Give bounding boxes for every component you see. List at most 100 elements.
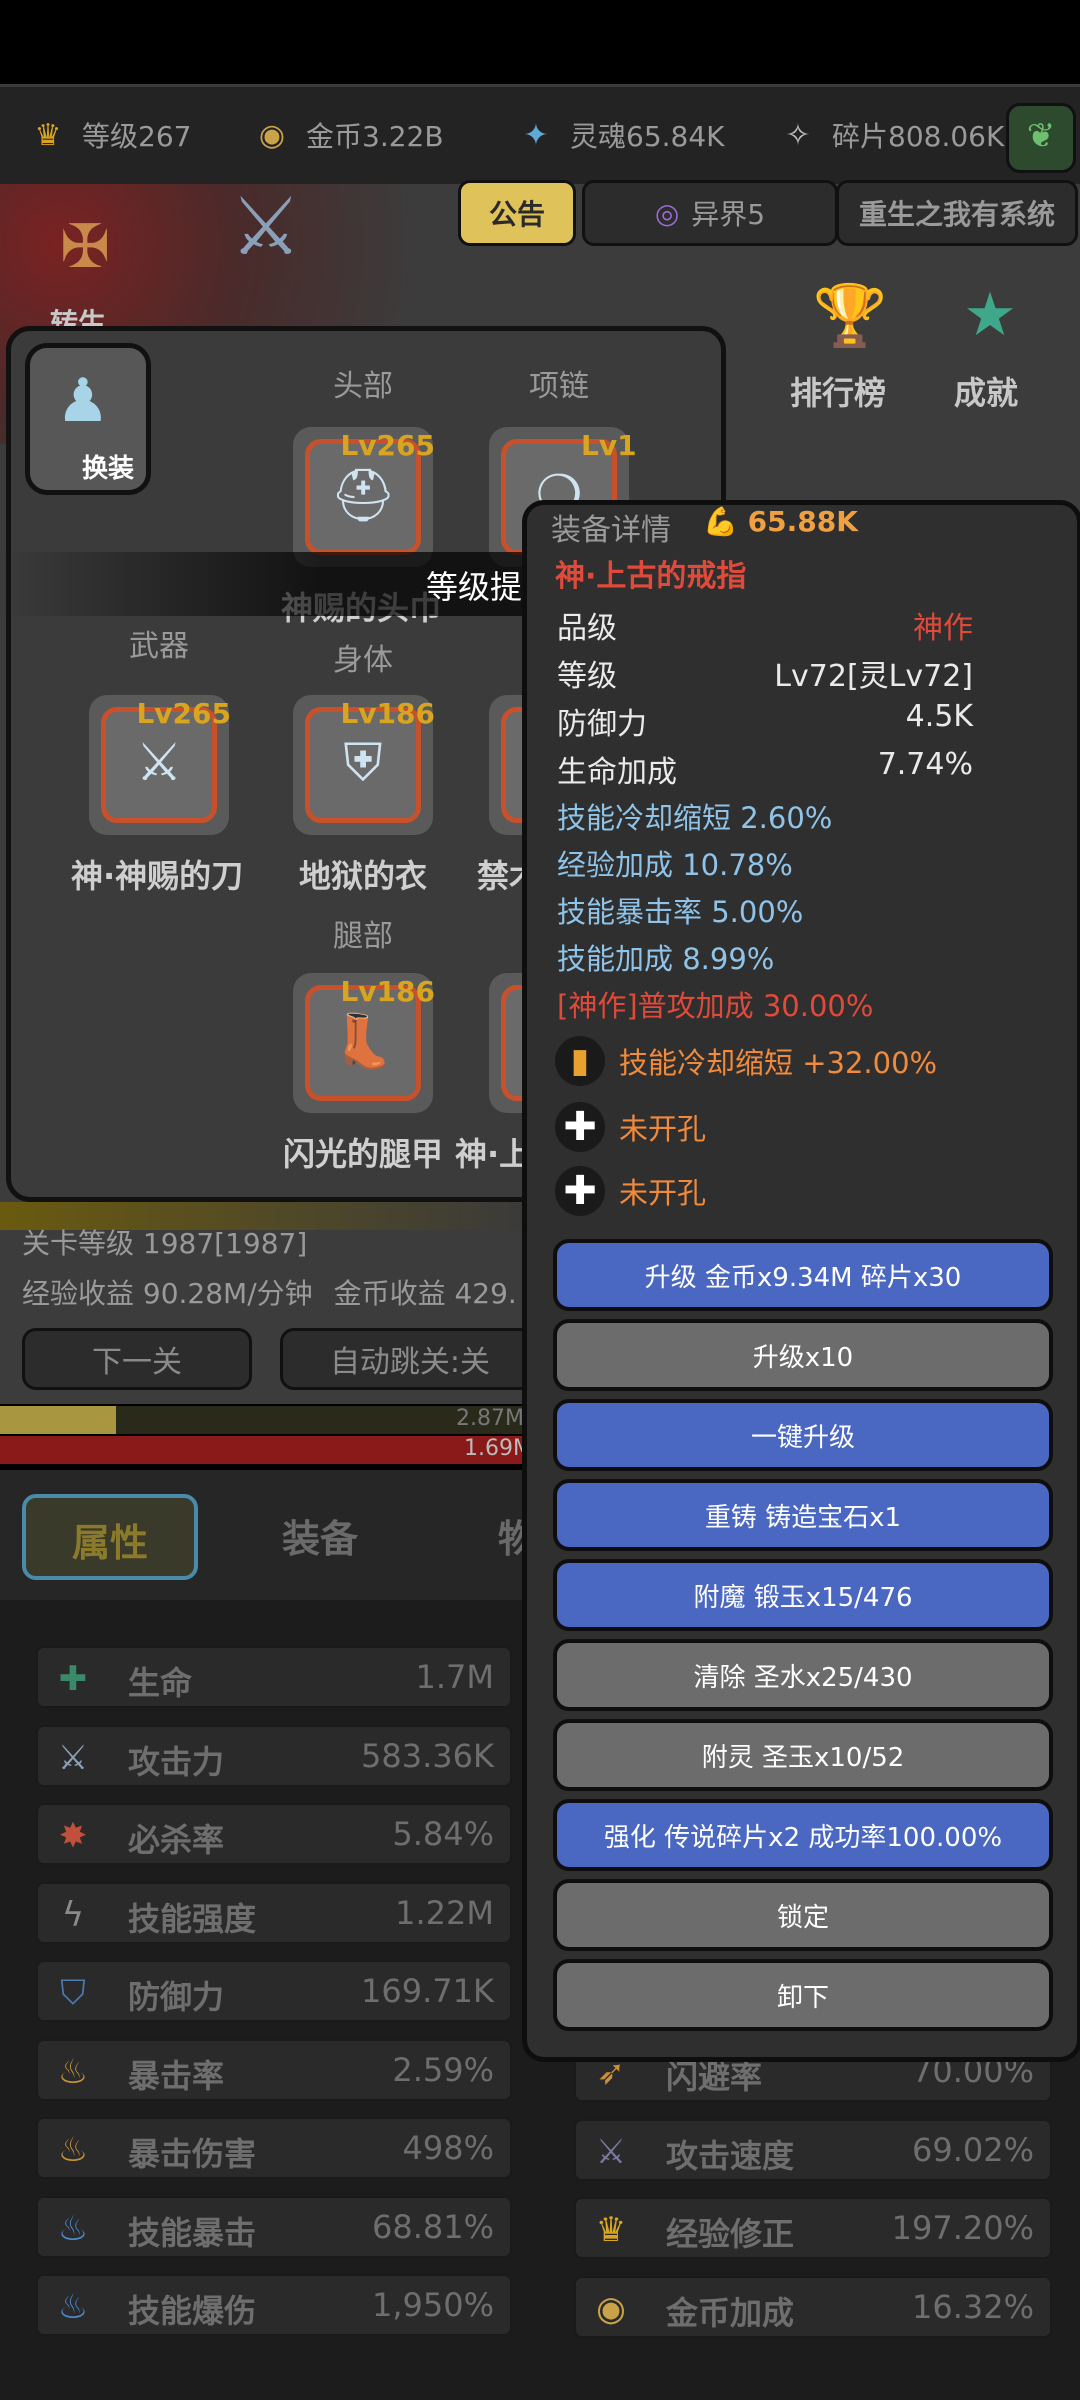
one-click-upgrade-button[interactable]: 一键升级 xyxy=(553,1399,1053,1471)
necklace-slot-level: Lv1 xyxy=(581,429,637,462)
body-item-name: 地狱的衣 xyxy=(299,857,428,895)
stat-value: 1.7M xyxy=(415,1658,495,1696)
stat-value: 197.20% xyxy=(891,2209,1034,2247)
necklace-slot-label: 项链 xyxy=(529,369,589,404)
boots-item-name: 神·上 xyxy=(455,1135,532,1173)
achievement-icon[interactable]: ★ xyxy=(940,280,1040,360)
stat-name: 技能强度 xyxy=(128,1899,257,1938)
socket-text: 未开孔 xyxy=(619,1112,707,1146)
legs-slot[interactable]: 👢 Lv186 xyxy=(293,973,435,1113)
head-slot[interactable]: ⛑ Lv265 xyxy=(293,427,435,567)
attr-line: 经验加成 10.78% xyxy=(557,848,793,882)
fragment-icon: ✧ xyxy=(785,117,811,153)
stat-name: 生命 xyxy=(128,1664,193,1702)
attr-line: 技能加成 8.99% xyxy=(557,942,775,976)
equipment-detail-popup: 装备详情 💪 65.88K 神·上古的戒指 品级 神作 等级 Lv72[灵Lv7… xyxy=(522,500,1080,2062)
stat-name: 技能爆伤 xyxy=(128,2292,257,2330)
ranking-label: 排行榜 xyxy=(790,374,887,412)
enhance-button[interactable]: 强化 传说碎片x2 成功率100.00% xyxy=(553,1799,1053,1871)
resource-bar: ♛ 等级267 ◉ 金币3.22B ✦ 灵魂65.84K ✧ 碎片808.06K… xyxy=(0,84,1080,190)
enchant-button[interactable]: 附魔 锻玉x15/476 xyxy=(553,1559,1053,1631)
stat-name: 暴击伤害 xyxy=(128,2135,257,2173)
stat-value: 1.22M xyxy=(395,1893,494,1932)
boot-icon: 👢 xyxy=(330,1012,396,1072)
stat-name: 攻击速度 xyxy=(666,2136,795,2175)
hp-bonus-row: 生命加成 7.74% xyxy=(557,747,973,790)
clear-button[interactable]: 清除 圣水x25/430 xyxy=(553,1639,1053,1711)
upgrade-x10-button[interactable]: 升级x10 xyxy=(553,1319,1053,1391)
resource-gold: ◉ 金币3.22B xyxy=(246,105,444,165)
announcement-tab[interactable]: 公告 xyxy=(458,180,576,246)
power-indicator: 💪 65.88K xyxy=(703,505,858,538)
resource-gold-label: 金币3.22B xyxy=(306,120,444,153)
special-attr-line: [神作]普攻加成 30.00% xyxy=(557,989,874,1023)
weapon-slot-level: Lv265 xyxy=(136,697,231,730)
change-outfit-button[interactable]: ♟ 换装 xyxy=(25,343,151,495)
defense-key: 防御力 xyxy=(557,707,647,742)
exp-rate: 经验收益 90.28M/分钟 xyxy=(22,1277,313,1310)
defense-value: 4.5K xyxy=(905,699,973,734)
stat-value: 1,950% xyxy=(371,2286,494,2324)
unequip-button[interactable]: 卸下 xyxy=(553,1959,1053,2031)
flame-icon: ♨ xyxy=(57,2130,89,2170)
weapon-item-name: 神·神赐的刀 xyxy=(71,857,244,895)
item-name: 神·上古的戒指 xyxy=(555,559,747,594)
rebirth-system-tab[interactable]: 重生之我有系统 xyxy=(836,180,1078,246)
blue-flame-icon: ♨ xyxy=(57,2287,89,2327)
hp-bonus-key: 生命加成 xyxy=(557,755,677,790)
body-slot-label: 身体 xyxy=(333,643,393,678)
body-slot[interactable]: ⛨ Lv186 xyxy=(293,695,435,835)
lock-button[interactable]: 锁定 xyxy=(553,1879,1053,1951)
resource-soul: ✦ 灵魂65.84K xyxy=(510,105,724,165)
plus-icon: ✚ xyxy=(555,1102,605,1152)
tab-attributes[interactable]: 属性 xyxy=(22,1494,198,1580)
weapon-slot[interactable]: ⚔ Lv265 xyxy=(89,695,231,835)
next-stage-button[interactable]: 下一关 xyxy=(22,1328,252,1390)
crown-icon: ♛ xyxy=(34,117,62,153)
blue-flame-icon: ♨ xyxy=(57,2208,89,2249)
tab-attributes-label: 属性 xyxy=(72,1521,149,1565)
crit-icon: ✸ xyxy=(58,1816,88,1856)
stat-name: 必杀率 xyxy=(128,1821,225,1859)
defense-row: 防御力 4.5K xyxy=(557,699,973,742)
helmet-icon: ⛑ xyxy=(329,466,396,526)
weapon-slot-label: 武器 xyxy=(129,629,189,664)
socket-empty[interactable]: ✚ 未开孔 xyxy=(555,1099,706,1155)
auto-skip-button[interactable]: 自动跳关:关 xyxy=(280,1328,540,1390)
stat-name: 暴击率 xyxy=(128,2056,225,2095)
speed-icon: ⚔ xyxy=(595,2131,627,2172)
reforge-button[interactable]: 重铸 铸造宝石x1 xyxy=(553,1479,1053,1551)
socket-gem[interactable]: ▮ 技能冷却缩短 +32.00% xyxy=(555,1033,937,1089)
ranking-icon[interactable]: 🏆 xyxy=(800,280,900,360)
stat-row: ⛉ 防御力 169.71K xyxy=(36,1960,512,2022)
stage-level: 关卡等级 1987[1987] xyxy=(22,1227,308,1260)
achievement-label: 成就 xyxy=(954,374,1019,412)
upgrade-button[interactable]: 升级 金币x9.34M 碎片x30 xyxy=(553,1239,1053,1311)
exp-progress-label: 2.87M xyxy=(456,1406,524,1431)
legs-item-name: 闪光的腿甲 xyxy=(283,1135,444,1173)
detail-title: 装备详情 xyxy=(551,513,671,548)
portal-icon: ◎ xyxy=(654,196,680,230)
stat-row: ✚ 生命 1.7M xyxy=(36,1646,512,1708)
lightning-icon: ϟ xyxy=(61,1894,85,1935)
sword-icon: ⚔ xyxy=(135,733,183,793)
socket-empty[interactable]: ✚ 未开孔 xyxy=(555,1163,706,1219)
stat-value: 583.36K xyxy=(361,1736,494,1775)
scene-weapon-icon: ⚔ xyxy=(230,180,302,273)
resource-fragment-label: 碎片808.06K xyxy=(832,120,1005,153)
stat-name: 攻击力 xyxy=(128,1742,225,1781)
spirit-attach-button[interactable]: 附灵 圣玉x10/52 xyxy=(553,1719,1053,1791)
rebirth-icon[interactable]: ✠ xyxy=(40,212,130,312)
otherworld-tab[interactable]: ◎ 异界5 xyxy=(582,180,838,246)
stat-name: 防御力 xyxy=(128,1978,225,2016)
cross-icon: ✚ xyxy=(58,1659,88,1699)
rebirth-partial-label: 转生 xyxy=(50,307,107,326)
tab-equipment[interactable]: 装备 xyxy=(282,1508,358,1563)
stat-name: 技能暴击 xyxy=(128,2213,257,2252)
stat-row: ♨ 技能爆伤 1,950% xyxy=(36,2274,512,2336)
stat-row: ϟ 技能强度 1.22M xyxy=(36,1881,512,1944)
menu-leaf-button[interactable]: ❦ xyxy=(1006,103,1076,173)
socket-text: 未开孔 xyxy=(619,1176,707,1210)
quality-value: 神作 xyxy=(913,611,973,646)
resource-level: ♛ 等级267 xyxy=(22,105,192,165)
